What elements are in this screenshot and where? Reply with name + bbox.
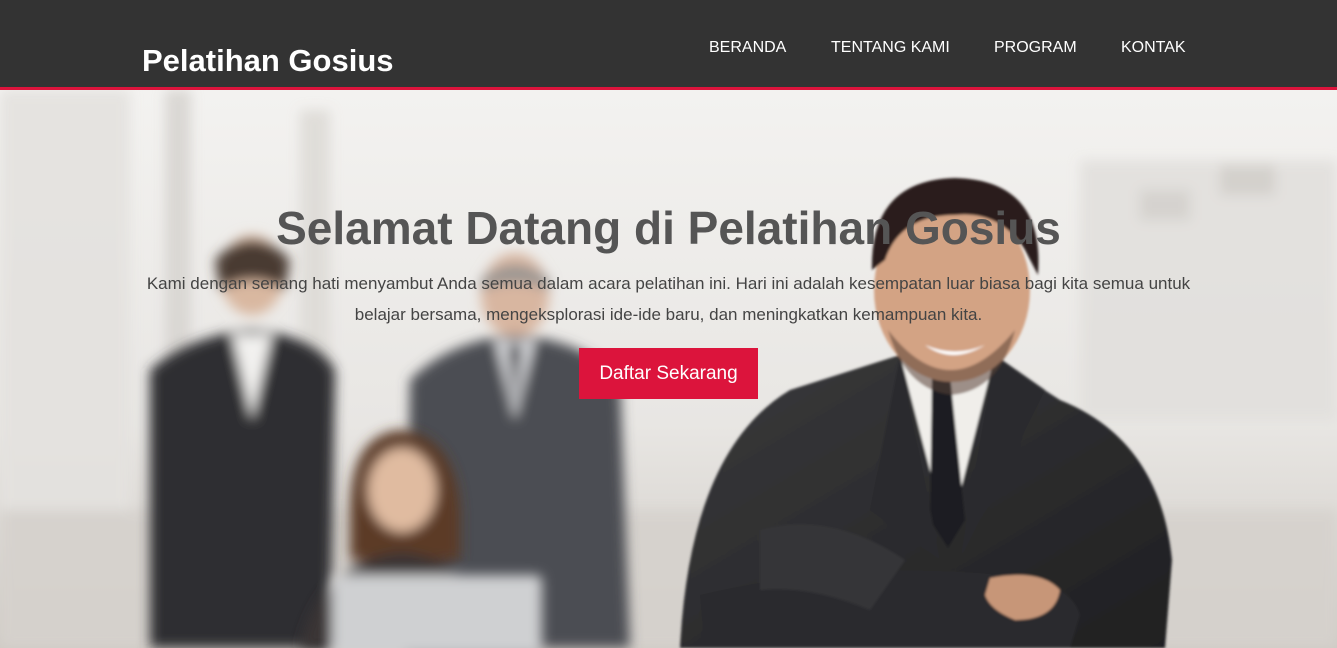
hero-section: Selamat Datang di Pelatihan Gosius Kami … [0,90,1337,648]
hero-description: Kami dengan senang hati menyambut Anda s… [146,274,1191,324]
nav-link-program[interactable]: PROGRAM [994,38,1077,58]
hero-content: Selamat Datang di Pelatihan Gosius Kami … [0,90,1337,648]
nav-link-tentang-kami[interactable]: TENTANG KAMI [831,38,950,58]
register-now-button[interactable]: Daftar Sekarang [579,348,758,399]
nav-link-kontak[interactable]: KONTAK [1121,38,1186,58]
nav-link-beranda[interactable]: BERANDA [709,38,786,58]
navbar: Pelatihan Gosius BERANDA TENTANG KAMI PR… [0,0,1337,87]
main-nav: BERANDA TENTANG KAMI PROGRAM KONTAK [0,38,1337,60]
hero-title: Selamat Datang di Pelatihan Gosius [276,202,1061,254]
